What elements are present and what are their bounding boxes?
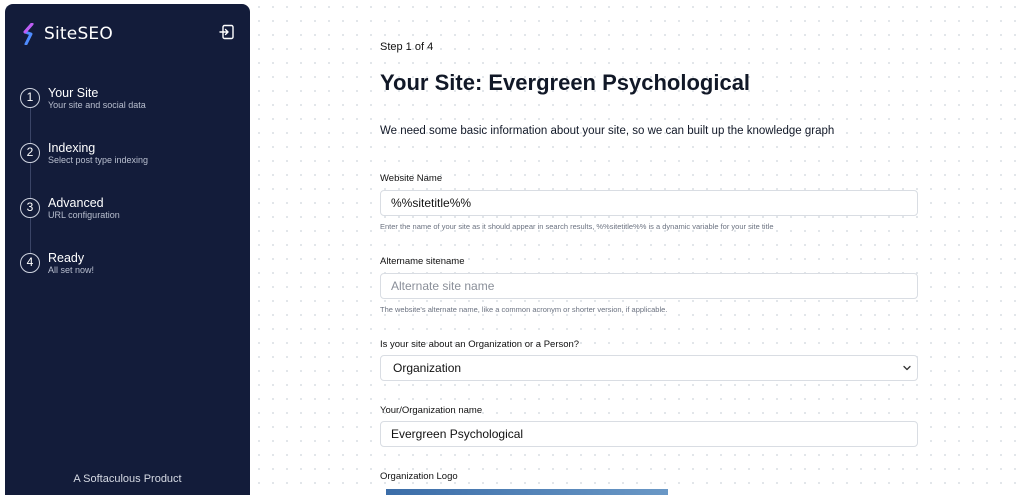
site-type-label: Is your site about an Organization or a …: [380, 339, 580, 350]
step-subtitle: All set now!: [48, 265, 95, 275]
exit-icon[interactable]: [219, 24, 235, 40]
chevron-down-icon: [903, 365, 911, 371]
website-name-input[interactable]: [380, 190, 918, 216]
page-title: Your Site: Evergreen Psychological: [380, 70, 751, 95]
org-name-label: Your/Organization name: [380, 405, 483, 416]
alt-name-label: Altername sitename: [380, 256, 465, 267]
step-subtitle: URL configuration: [48, 210, 120, 220]
step-your-site[interactable]: 1 Your Site Your site and social data: [20, 86, 146, 111]
sidebar-footer: A Softaculous Product: [73, 473, 182, 485]
siteseo-logo-icon: [23, 23, 34, 45]
step-number: 3: [20, 198, 40, 218]
website-name-label: Website Name: [380, 173, 443, 184]
step-title: Ready: [48, 251, 85, 265]
step-advanced[interactable]: 3 Advanced URL configuration: [20, 196, 120, 221]
step-title: Advanced: [48, 196, 104, 210]
step-number: 1: [20, 88, 40, 108]
step-number: 4: [20, 253, 40, 273]
org-logo-label: Organization Logo: [380, 471, 458, 482]
steps-connector: [30, 104, 31, 264]
org-name-input[interactable]: [380, 421, 918, 447]
website-name-help: Enter the name of your site as it should…: [380, 222, 774, 231]
step-subtitle: Your site and social data: [48, 100, 146, 110]
intro-text: We need some basic information about you…: [380, 125, 835, 137]
step-number: 2: [20, 143, 40, 163]
site-type-select[interactable]: Organization: [380, 355, 918, 381]
site-type-value: Organization: [393, 361, 462, 375]
step-subtitle: Select post type indexing: [48, 155, 149, 165]
step-ready[interactable]: 4 Ready All set now!: [20, 251, 94, 276]
setup-sidebar: SiteSEO 1 Your Site Your site and social…: [5, 4, 250, 495]
brand-name: SiteSEO: [44, 24, 113, 44]
step-title: Your Site: [48, 86, 99, 100]
step-title: Indexing: [48, 141, 96, 155]
step-indexing[interactable]: 2 Indexing Select post type indexing: [20, 141, 148, 166]
org-logo-preview[interactable]: [386, 489, 668, 495]
step-counter: Step 1 of 4: [380, 41, 434, 53]
brand: SiteSEO: [22, 23, 113, 45]
alt-name-input[interactable]: [380, 273, 918, 299]
alt-name-help: The website's alternate name, like a com…: [380, 305, 668, 314]
